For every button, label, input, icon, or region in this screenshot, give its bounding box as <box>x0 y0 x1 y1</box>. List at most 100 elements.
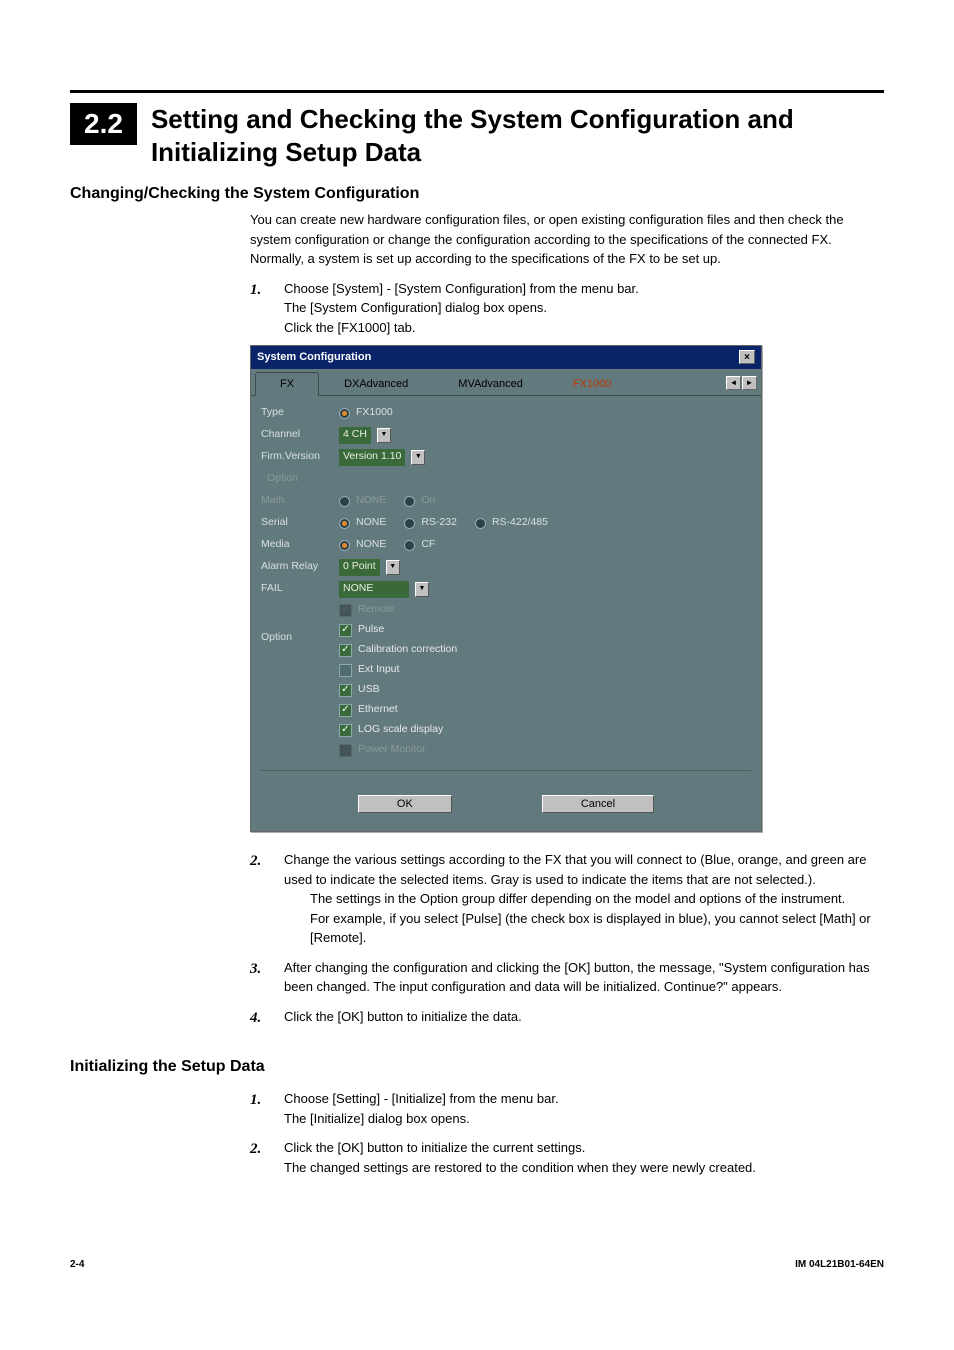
step-subtext: The settings in the Option group differ … <box>310 889 884 909</box>
dropdown-arrow-icon[interactable]: ▼ <box>386 560 400 575</box>
value-serial-485: RS-422/485 <box>492 515 548 531</box>
checkbox-eth[interactable]: ✓ <box>339 704 352 717</box>
init-step-1: 1. Choose [Setting] - [Initialize] from … <box>250 1089 884 1128</box>
label-alarm: Alarm Relay <box>261 559 333 575</box>
step-number: 2. <box>250 1138 272 1177</box>
step-text: Click the [OK] button to initialize the … <box>284 1007 884 1027</box>
step-number: 2. <box>250 850 272 889</box>
page-number: 2-4 <box>70 1257 84 1272</box>
radio-math-on <box>404 496 415 507</box>
doc-id: IM 04L21B01-64EN <box>795 1257 884 1272</box>
cancel-button[interactable]: Cancel <box>542 795 654 813</box>
page-footer: 2-4 IM 04L21B01-64EN <box>70 1257 884 1272</box>
step-number: 4. <box>250 1007 272 1030</box>
step-number: 1. <box>250 279 272 338</box>
step-text: The [System Configuration] dialog box op… <box>284 298 884 318</box>
opt-ext: Ext Input <box>358 662 399 678</box>
opt-power: Power Monitor <box>358 742 426 758</box>
label-fail: FAIL <box>261 581 333 597</box>
step-text: Change the various settings according to… <box>284 850 884 889</box>
value-media-cf: CF <box>421 537 435 553</box>
select-alarm[interactable]: 0 Point <box>339 559 380 576</box>
select-channel[interactable]: 4 CH <box>339 427 371 444</box>
checkbox-remote: ✓ <box>339 604 352 617</box>
dropdown-arrow-icon[interactable]: ▼ <box>411 450 425 465</box>
label-math: Math <box>261 493 333 509</box>
step-3: 3. After changing the configuration and … <box>250 958 884 997</box>
value-serial-232: RS-232 <box>421 515 457 531</box>
tab-scroll-right-icon[interactable]: ► <box>742 376 757 390</box>
intro-para-1: You can create new hardware configuratio… <box>250 210 884 249</box>
value-serial-none: NONE <box>356 515 386 531</box>
step-number: 3. <box>250 958 272 997</box>
radio-serial-232[interactable] <box>404 518 415 529</box>
select-fail[interactable]: NONE <box>339 581 409 598</box>
opt-pulse: Pulse <box>358 622 384 638</box>
value-math-on: On <box>421 493 435 509</box>
section-number: 2.2 <box>70 103 137 145</box>
system-configuration-dialog: System Configuration × FX DXAdvanced MVA… <box>250 345 762 832</box>
step-subtext: For example, if you select [Pulse] (the … <box>310 909 884 948</box>
tab-scroll-left-icon[interactable]: ◄ <box>726 376 741 390</box>
radio-math-none <box>339 496 350 507</box>
select-firm-value: Version 1.10 <box>343 449 401 465</box>
intro-para-2: Normally, a system is set up according t… <box>250 249 884 269</box>
radio-type-fx1000[interactable] <box>339 408 350 419</box>
label-type: Type <box>261 405 333 421</box>
ok-button[interactable]: OK <box>358 795 452 813</box>
subheading-changing: Changing/Checking the System Configurati… <box>70 182 884 206</box>
step-number: 1. <box>250 1089 272 1128</box>
subheading-init: Initializing the Setup Data <box>70 1055 884 1079</box>
dropdown-arrow-icon[interactable]: ▼ <box>415 582 429 597</box>
close-icon[interactable]: × <box>739 350 755 364</box>
select-alarm-value: 0 Point <box>343 559 376 575</box>
step-2: 2. Change the various settings according… <box>250 850 884 889</box>
checkbox-usb[interactable]: ✓ <box>339 684 352 697</box>
radio-serial-none[interactable] <box>339 518 350 529</box>
label-firm: Firm.Version <box>261 449 333 465</box>
label-option-hdr: Option <box>261 471 333 487</box>
value-media-none: NONE <box>356 537 386 553</box>
step-text: After changing the configuration and cli… <box>284 958 884 997</box>
step-text: Choose [System] - [System Configuration]… <box>284 279 884 299</box>
step-1: 1. Choose [System] - [System Configurati… <box>250 279 884 338</box>
label-media: Media <box>261 537 333 553</box>
step-text: The changed settings are restored to the… <box>284 1158 884 1178</box>
radio-serial-485[interactable] <box>475 518 486 529</box>
section-title: Setting and Checking the System Configur… <box>151 103 884 168</box>
opt-eth: Ethernet <box>358 702 398 718</box>
dialog-titlebar: System Configuration × <box>251 346 761 369</box>
opt-calib: Calibration correction <box>358 642 457 658</box>
opt-usb: USB <box>358 682 380 698</box>
select-firm[interactable]: Version 1.10 <box>339 449 405 466</box>
init-step-2: 2. Click the [OK] button to initialize t… <box>250 1138 884 1177</box>
radio-media-cf[interactable] <box>404 540 415 551</box>
step-4: 4. Click the [OK] button to initialize t… <box>250 1007 884 1030</box>
label-option: Option <box>261 630 333 646</box>
dropdown-arrow-icon[interactable]: ▼ <box>377 428 391 443</box>
radio-media-none[interactable] <box>339 540 350 551</box>
dialog-title-text: System Configuration <box>257 349 371 366</box>
step-text: Click the [FX1000] tab. <box>284 318 884 338</box>
label-channel: Channel <box>261 427 333 443</box>
step-text: Choose [Setting] - [Initialize] from the… <box>284 1089 884 1109</box>
tab-mvadvanced[interactable]: MVAdvanced <box>433 372 548 397</box>
select-fail-value: NONE <box>343 581 373 597</box>
select-channel-value: 4 CH <box>343 427 367 443</box>
tab-fx[interactable]: FX <box>255 372 319 397</box>
checkbox-log[interactable]: ✓ <box>339 724 352 737</box>
step-text: The [Initialize] dialog box opens. <box>284 1109 884 1129</box>
checkbox-ext[interactable] <box>339 664 352 677</box>
tab-dxadvanced[interactable]: DXAdvanced <box>319 372 433 397</box>
value-math-none: NONE <box>356 493 386 509</box>
tab-fx1000[interactable]: FX1000 <box>548 372 637 397</box>
checkbox-calib[interactable]: ✓ <box>339 644 352 657</box>
section-title-block: 2.2 Setting and Checking the System Conf… <box>70 90 884 168</box>
opt-log: LOG scale display <box>358 722 443 738</box>
checkbox-power <box>339 744 352 757</box>
step-text: Click the [OK] button to initialize the … <box>284 1138 884 1158</box>
tab-row: FX DXAdvanced MVAdvanced FX1000 ◄ ► <box>251 369 761 397</box>
value-type: FX1000 <box>356 405 393 421</box>
opt-remote: Remote <box>358 602 395 618</box>
checkbox-pulse[interactable]: ✓ <box>339 624 352 637</box>
